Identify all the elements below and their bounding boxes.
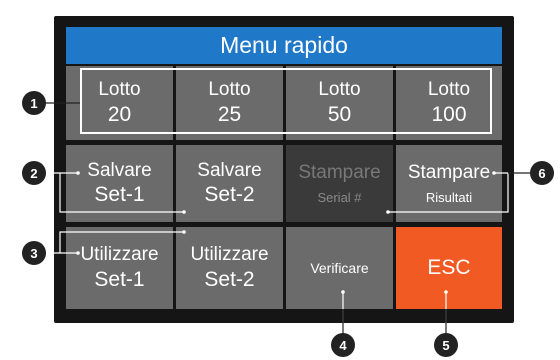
callout-5: 5: [434, 333, 458, 357]
callout-3: 3: [22, 241, 46, 265]
callout-1: 1: [22, 91, 46, 115]
callout-4: 4: [331, 333, 355, 357]
callout-2: 2: [22, 161, 46, 185]
callout-lines: [44, 102, 530, 338]
callout-6: 6: [530, 161, 554, 185]
